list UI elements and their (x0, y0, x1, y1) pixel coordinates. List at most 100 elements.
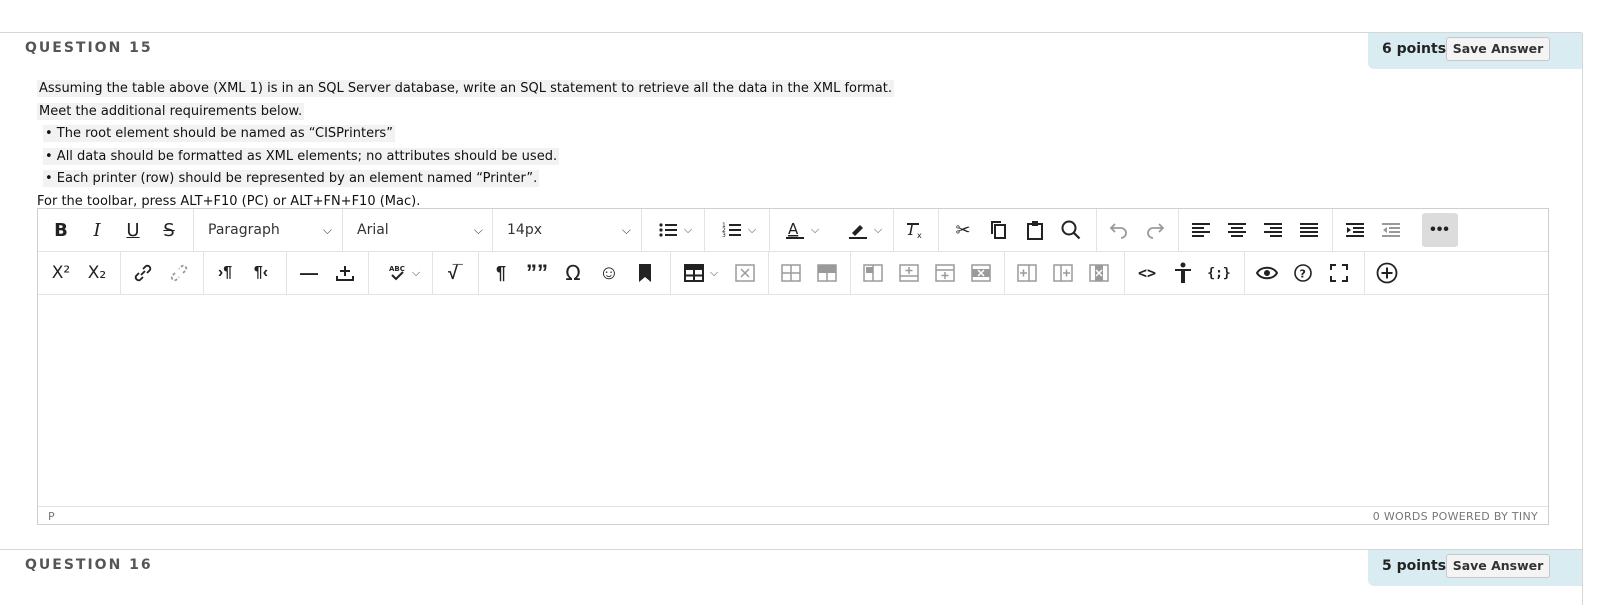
remove-link-button[interactable] (164, 258, 194, 288)
special-character-button[interactable]: Ω (558, 258, 588, 288)
align-left-icon (1192, 223, 1210, 237)
clipboard-icon (1027, 221, 1043, 240)
points-label: 6 points (1382, 41, 1447, 57)
save-answer-button[interactable]: Save Answer (1446, 37, 1550, 61)
redo-button[interactable] (1140, 215, 1170, 245)
strikethrough-button[interactable]: S (154, 215, 184, 245)
text-color-button[interactable]: A ⌵ (778, 215, 826, 245)
chevron-down-icon: ⌵ (621, 222, 631, 237)
accessibility-checker-button[interactable] (1168, 258, 1198, 288)
fullscreen-button[interactable] (1324, 258, 1354, 288)
clear-formatting-icon: Ix (907, 220, 922, 240)
toolbar-row-1: B I U S Paragraph ⌵ Arial ⌵ 14px ⌵ ⌵ 123… (38, 209, 1548, 252)
merge-cells-button[interactable] (858, 258, 888, 288)
svg-text:A: A (788, 220, 799, 238)
chevron-down-icon: ⌵ (873, 223, 883, 236)
ltr-icon: ›¶ (217, 264, 233, 281)
content-right-border (1582, 33, 1583, 605)
font-size-select[interactable]: 14px ⌵ (493, 215, 641, 245)
toolbar-hint: For the toolbar, press ALT+F10 (PC) or A… (37, 193, 421, 209)
highlight-color-button[interactable]: ⌵ (840, 215, 890, 245)
points-panel: 6 points Save Answer (1368, 33, 1582, 69)
insert-column-after-button[interactable] (1048, 258, 1078, 288)
outdent-button[interactable] (1376, 215, 1406, 245)
chevron-down-icon: ⌵ (322, 222, 332, 237)
question-line: Assuming the table above (XML 1) is in a… (37, 80, 894, 97)
unlink-icon (170, 264, 188, 282)
rtl-button[interactable]: ¶‹ (246, 258, 276, 288)
justify-button[interactable] (1294, 215, 1324, 245)
numbered-list-button[interactable]: 123 ⌵ (713, 215, 765, 245)
indent-button[interactable] (1340, 215, 1370, 245)
delete-table-icon (735, 264, 755, 282)
horizontal-line-button[interactable]: — (294, 258, 324, 288)
insert-link-button[interactable] (128, 258, 158, 288)
underline-button[interactable]: U (118, 215, 148, 245)
font-family-select[interactable]: Arial ⌵ (343, 215, 493, 245)
save-answer-button[interactable]: Save Answer (1446, 554, 1550, 578)
block-format-value: Paragraph (208, 222, 280, 238)
superscript-button[interactable]: X² (46, 258, 76, 288)
align-right-icon (1264, 223, 1282, 237)
bookmark-icon (639, 264, 651, 282)
table-cell-props-button[interactable] (812, 258, 842, 288)
font-size-value: 14px (507, 222, 542, 238)
editor-statusbar: P 0 WORDS POWERED BY TINY (38, 506, 1548, 525)
chevron-down-icon: ⌵ (747, 223, 757, 236)
delete-table-button[interactable] (730, 258, 760, 288)
italic-button[interactable]: I (82, 215, 112, 245)
table-row-props-button[interactable] (776, 258, 806, 288)
question-text: Assuming the table above (XML 1) is in a… (37, 80, 894, 215)
insert-template-button[interactable]: {;} (1204, 258, 1234, 288)
block-format-select[interactable]: Paragraph ⌵ (194, 215, 342, 245)
blockquote-button[interactable]: ”” (522, 258, 552, 288)
insert-column-before-button[interactable] (1012, 258, 1042, 288)
delete-row-button[interactable] (966, 258, 996, 288)
numbered-list-icon: 123 (722, 222, 741, 239)
preview-button[interactable] (1252, 258, 1282, 288)
bullet-list-icon (659, 223, 677, 237)
bold-button[interactable]: B (46, 215, 76, 245)
copy-button[interactable] (984, 215, 1014, 245)
delete-column-button[interactable] (1084, 258, 1114, 288)
editor-content-area[interactable] (38, 296, 1548, 506)
subscript-button[interactable]: X₂ (82, 258, 112, 288)
scissors-icon: ✂ (955, 219, 971, 240)
table-row-icon (781, 264, 801, 282)
insert-icon (336, 266, 354, 281)
math-equation-button[interactable]: √̅ (438, 258, 468, 288)
paste-button[interactable] (1020, 215, 1050, 245)
toolbar-row-2: X² X₂ ›¶ ¶‹ — ABC ⌵ √̅ ¶ ”” Ω ☺ ⌵ <> {;}… (38, 252, 1548, 295)
align-left-button[interactable] (1186, 215, 1216, 245)
align-center-icon (1228, 223, 1246, 237)
spellcheck-icon: ABC (389, 265, 405, 281)
table-button[interactable]: ⌵ (678, 258, 724, 288)
chevron-down-icon: ⌵ (810, 223, 820, 236)
requirement-item: • Each printer (row) should be represent… (43, 170, 540, 187)
insert-row-after-button[interactable] (930, 258, 960, 288)
help-button[interactable]: ? (1288, 258, 1318, 288)
ltr-button[interactable]: ›¶ (210, 258, 240, 288)
insert-row-after-icon (935, 264, 955, 282)
bullet-list-button[interactable]: ⌵ (650, 215, 700, 245)
undo-button[interactable] (1104, 215, 1134, 245)
rich-text-editor: B I U S Paragraph ⌵ Arial ⌵ 14px ⌵ ⌵ 123… (37, 208, 1549, 525)
emoticons-button[interactable]: ☺ (594, 258, 624, 288)
clear-formatting-button[interactable]: Ix (900, 215, 930, 245)
find-replace-button[interactable] (1056, 215, 1086, 245)
insert-anchor-button[interactable] (330, 258, 360, 288)
undo-icon (1109, 223, 1127, 239)
cut-button[interactable]: ✂ (948, 215, 978, 245)
font-family-value: Arial (357, 222, 389, 238)
bookmark-button[interactable] (630, 258, 660, 288)
insert-row-before-button[interactable] (894, 258, 924, 288)
align-center-button[interactable] (1222, 215, 1252, 245)
more-options-button[interactable]: ••• (1422, 213, 1458, 247)
spellcheck-button[interactable]: ABC ⌵ (376, 258, 432, 288)
align-right-button[interactable] (1258, 215, 1288, 245)
element-path[interactable]: P (48, 510, 55, 523)
source-code-button[interactable]: <> (1132, 258, 1162, 288)
add-content-button[interactable] (1372, 258, 1402, 288)
question-divider (0, 32, 1582, 33)
show-blocks-button[interactable]: ¶ (486, 258, 516, 288)
